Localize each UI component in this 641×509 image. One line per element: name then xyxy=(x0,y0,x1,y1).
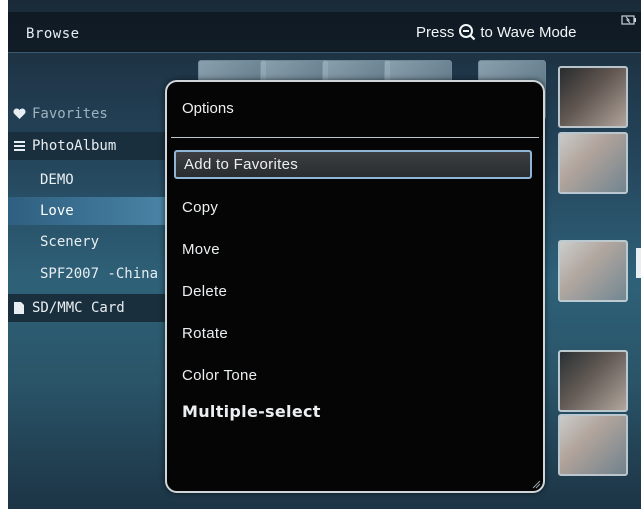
sidebar-item-favorites[interactable]: Favorites xyxy=(8,100,178,128)
sidebar-item-love[interactable]: Love xyxy=(8,197,178,225)
thumbnail[interactable] xyxy=(558,414,628,476)
sidebar-item-demo[interactable]: DEMO xyxy=(8,166,178,194)
thumbnail[interactable] xyxy=(558,240,628,302)
list-icon xyxy=(12,139,26,153)
hint-prefix: Press xyxy=(416,23,455,41)
option-color-tone[interactable]: Color Tone xyxy=(174,361,532,390)
sidebar-item-label: SPF2007 -China xyxy=(40,266,159,282)
option-rotate[interactable]: Rotate xyxy=(174,319,532,348)
browse-screen: Browse Press to Wave Mode Favorites Phot… xyxy=(8,0,641,509)
sidebar: Favorites PhotoAlbum DEMO Love Scenery S… xyxy=(8,52,178,509)
top-bar: Browse Press to Wave Mode xyxy=(8,12,641,53)
sidebar-item-label: SD/MMC Card xyxy=(32,300,125,316)
heart-icon xyxy=(12,107,26,121)
option-move[interactable]: Move xyxy=(174,235,532,264)
battery-icon xyxy=(621,15,636,25)
thumbnail[interactable] xyxy=(558,66,628,128)
sidebar-item-sd-card[interactable]: SD/MMC Card xyxy=(8,294,178,322)
sidebar-item-photoalbum[interactable]: PhotoAlbum xyxy=(8,132,178,160)
option-multiple-select[interactable]: Multiple-select xyxy=(174,397,532,426)
option-delete[interactable]: Delete xyxy=(174,277,532,306)
resize-grip-icon xyxy=(532,480,541,489)
sidebar-item-label: DEMO xyxy=(40,172,74,188)
sidebar-item-label: Scenery xyxy=(40,234,100,250)
zoom-out-icon xyxy=(459,24,476,41)
sidebar-item-label: Love xyxy=(40,203,74,219)
option-add-to-favorites[interactable]: Add to Favorites xyxy=(174,150,532,179)
scrollbar[interactable] xyxy=(636,248,641,278)
thumbnail[interactable] xyxy=(558,132,628,194)
page-title: Browse xyxy=(26,26,80,42)
sidebar-item-spf2007-china[interactable]: SPF2007 -China xyxy=(8,260,178,288)
dialog-divider xyxy=(171,137,539,138)
hint-suffix: to Wave Mode xyxy=(480,23,577,41)
dialog-title: Options xyxy=(182,100,234,117)
sidebar-item-label: Favorites xyxy=(32,106,108,122)
sd-card-icon xyxy=(12,301,26,315)
thumbnail[interactable] xyxy=(558,350,628,412)
sidebar-item-scenery[interactable]: Scenery xyxy=(8,228,178,256)
sidebar-item-label: PhotoAlbum xyxy=(32,138,117,154)
options-dialog: Options Add to Favorites Copy Move Delet… xyxy=(165,80,545,493)
wave-mode-hint: Press to Wave Mode xyxy=(416,23,577,41)
option-copy[interactable]: Copy xyxy=(174,193,532,222)
